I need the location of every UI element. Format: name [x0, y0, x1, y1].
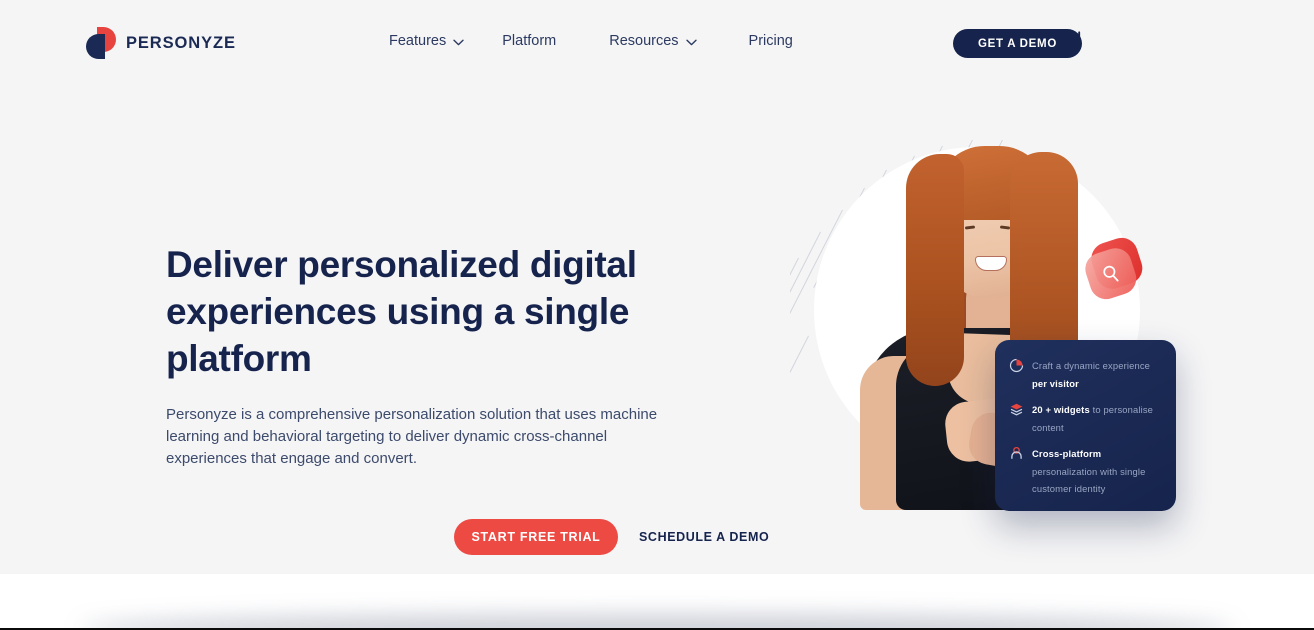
nav-item-label: Resources [609, 33, 679, 49]
layers-icon [1009, 402, 1024, 417]
feature-item-widgets: 20 + widgets to personalise content [1009, 401, 1162, 436]
pie-chart-icon [1009, 358, 1024, 373]
feature-item-cross-platform: Cross-platform personalization with sing… [1009, 445, 1162, 498]
personyze-leaf-logo-icon [86, 26, 117, 60]
headline-line-1: Deliver personalized digital [166, 244, 637, 285]
start-free-trial-button[interactable]: START FREE TRIAL [454, 519, 618, 555]
schedule-a-demo-link[interactable]: SCHEDULE A DEMO [639, 530, 769, 544]
nav-item-label: Features [389, 33, 447, 49]
nav-item-pricing[interactable]: Pricing [723, 33, 793, 49]
brand-logo[interactable]: PERSONYZE [86, 26, 236, 60]
feature-item-text: 20 + widgets to personalise content [1032, 404, 1154, 433]
feature-item-dynamic-experience: Craft a dynamic experience per visitor [1009, 357, 1162, 392]
nav-item-label: Platform [502, 33, 557, 49]
get-a-demo-button[interactable]: GET A DEMO [953, 29, 1082, 58]
nav-item-resources[interactable]: Resources [582, 33, 722, 49]
hero-subcopy: Personyze is a comprehensive personaliza… [166, 406, 658, 467]
feature-item-text: Cross-platform personalization with sing… [1032, 448, 1146, 494]
primary-nav: Features Platform Resources Pricing [389, 33, 793, 49]
search-icon [1100, 263, 1121, 284]
hero-cta-row: START FREE TRIAL SCHEDULE A DEMO [454, 519, 769, 555]
chevron-down-icon [453, 39, 464, 46]
user-icon [1009, 446, 1024, 461]
nav-item-features[interactable]: Features [389, 33, 490, 49]
chevron-down-icon [685, 39, 697, 46]
hero-copy: Deliver personalized digital experiences… [166, 241, 756, 470]
headline-line-2: experiences using a single platform [166, 291, 630, 379]
landing-page: PERSONYZE Features Platform Resources Pr… [0, 0, 1314, 630]
nav-item-platform[interactable]: Platform [490, 33, 582, 49]
page-title: Deliver personalized digital experiences… [166, 241, 756, 382]
feature-item-text: Craft a dynamic experience per visitor [1032, 360, 1151, 389]
feature-highlights-card: Craft a dynamic experience per visitor 2… [995, 340, 1176, 511]
brand-wordmark: PERSONYZE [126, 33, 236, 52]
header-actions: Login GET A DEMO [953, 29, 1082, 58]
nav-item-label: Pricing [748, 33, 793, 49]
site-header: PERSONYZE Features Platform Resources Pr… [0, 0, 1314, 86]
